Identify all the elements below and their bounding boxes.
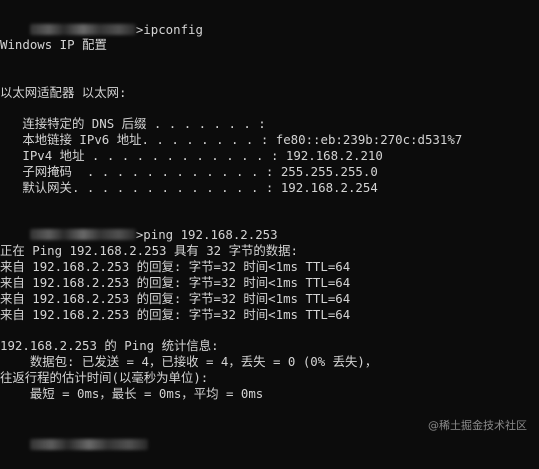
- blurred-path: [29, 439, 148, 450]
- watermark: @稀土掘金技术社区: [428, 417, 527, 433]
- ipv6-line: 本地链接 IPv6 地址. . . . . . . . : fe80::eb:2…: [0, 132, 463, 147]
- adapter-title: 以太网适配器 以太网:: [0, 85, 127, 100]
- prompt-line-blank: [0, 421, 148, 450]
- blurred-path: [29, 24, 136, 35]
- terminal-window[interactable]: >ipconfig Windows IP 配置 以太网适配器 以太网: 连接特定…: [0, 0, 539, 450]
- reply-line: 来自 192.168.2.253 的回复: 字节=32 时间<1ms TTL=6…: [0, 259, 351, 274]
- ping-header: 正在 Ping 192.168.2.253 具有 32 字节的数据:: [0, 243, 299, 258]
- ipv4-line: IPv4 地址 . . . . . . . . . . . . : 192.16…: [0, 148, 383, 163]
- stats-packets: 数据包: 已发送 = 4，已接收 = 4，丢失 = 0 (0% 丢失)，: [0, 354, 378, 369]
- command-text: >ping 192.168.2.253: [135, 227, 278, 242]
- reply-line: 来自 192.168.2.253 的回复: 字节=32 时间<1ms TTL=6…: [0, 307, 351, 322]
- gateway-line: 默认网关. . . . . . . . . . . . . : 192.168.…: [0, 180, 378, 195]
- prompt-line-ping: >ping 192.168.2.253: [0, 211, 278, 242]
- blurred-path: [29, 229, 136, 240]
- reply-line: 来自 192.168.2.253 的回复: 字节=32 时间<1ms TTL=6…: [0, 275, 351, 290]
- rtt-values: 最短 = 0ms，最长 = 0ms，平均 = 0ms: [0, 386, 264, 401]
- reply-line: 来自 192.168.2.253 的回复: 字节=32 时间<1ms TTL=6…: [0, 291, 351, 306]
- output-heading: Windows IP 配置: [0, 37, 107, 52]
- watermark-text: @稀土掘金技术社区: [428, 419, 527, 432]
- stats-title: 192.168.2.253 的 Ping 统计信息:: [0, 338, 219, 353]
- subnet-line: 子网掩码 . . . . . . . . . . . . : 255.255.2…: [0, 164, 378, 179]
- dns-suffix-line: 连接特定的 DNS 后缀 . . . . . . . :: [0, 116, 266, 131]
- command-text: >ipconfig: [135, 22, 203, 37]
- rtt-title: 往返行程的估计时间(以毫秒为单位):: [0, 370, 209, 385]
- prompt-line-ipconfig: >ipconfig: [0, 6, 203, 37]
